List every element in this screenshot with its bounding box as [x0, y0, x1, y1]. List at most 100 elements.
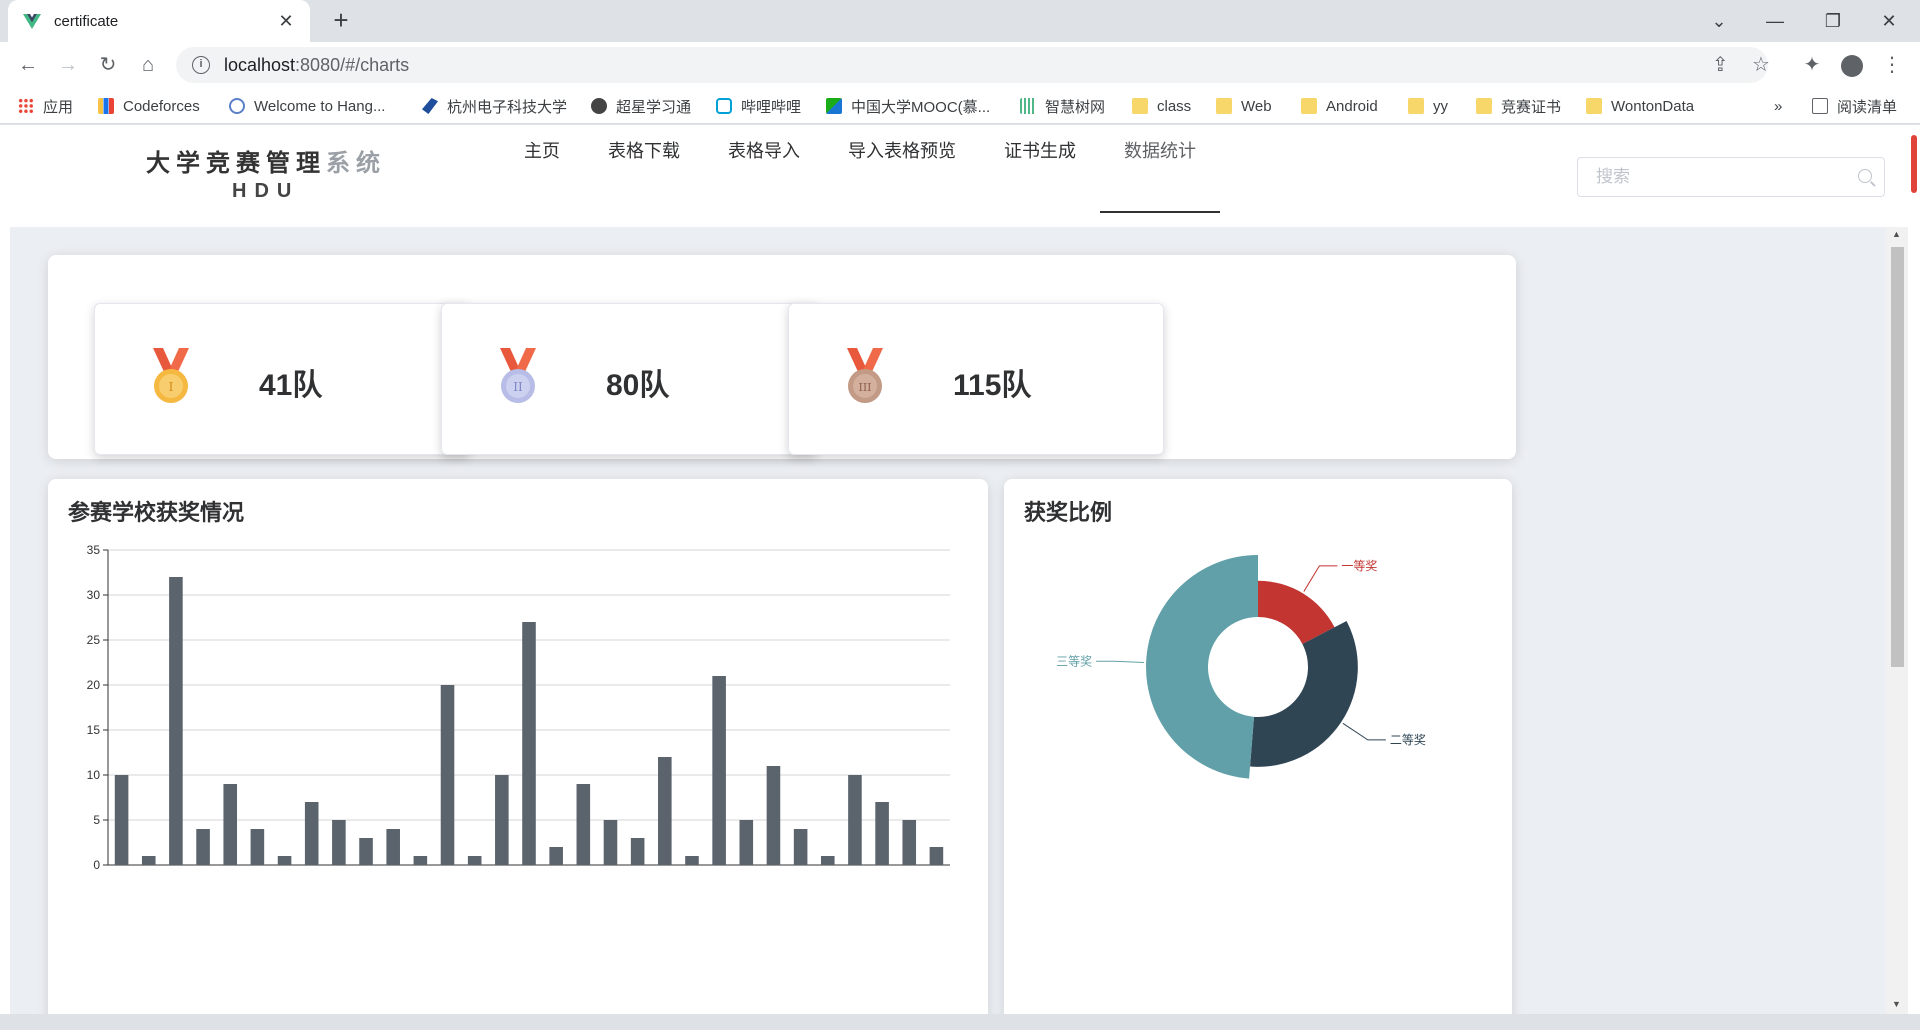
pie-label-line — [1096, 660, 1145, 663]
pie-label: 二等奖 — [1390, 733, 1426, 747]
bookmark-bilibili[interactable]: 哔哩哔哩 — [716, 95, 801, 117]
bar — [820, 856, 835, 865]
page-scrollbar[interactable]: ▲ ▼ — [1886, 227, 1908, 1014]
bookmark-folder-class[interactable]: class — [1132, 95, 1191, 117]
nav-table-import[interactable]: 表格导入 — [728, 125, 800, 213]
bronze-medal-card: III 115队 — [788, 303, 1164, 455]
nav-statistics[interactable]: 数据统计 — [1100, 125, 1220, 213]
more-bookmarks-button[interactable]: » — [1774, 95, 1782, 117]
window-bottom-edge — [0, 1014, 1920, 1030]
bar — [603, 820, 618, 865]
scroll-up-arrow-icon[interactable]: ▲ — [1892, 229, 1901, 239]
tab-title: certificate — [54, 12, 119, 30]
bookmark-welcome-hang[interactable]: Welcome to Hang... — [229, 95, 385, 117]
reading-list-button[interactable]: 阅读清单 — [1812, 95, 1897, 117]
pie-label: 一等奖 — [1341, 559, 1377, 573]
svg-text:II: II — [513, 380, 523, 394]
profile-avatar-icon[interactable] — [1836, 49, 1868, 81]
gold-medal-card: I 41队 — [94, 303, 470, 455]
bar — [169, 577, 183, 865]
extensions-icon[interactable]: ✦ — [1796, 49, 1828, 81]
bookmark-folder-android[interactable]: Android — [1301, 95, 1378, 117]
silver-count: 80队 — [606, 369, 670, 402]
folder-icon — [1586, 98, 1602, 114]
close-tab-icon[interactable]: ✕ — [276, 11, 296, 32]
folder-icon — [1476, 98, 1492, 114]
web-page: 大学竞赛管理系统 HDU 主页 表格下载 表格导入 导入表格预览 证书生成 数据… — [0, 125, 1920, 1014]
y-tick-label: 5 — [93, 813, 100, 827]
bar — [196, 829, 210, 865]
search-box — [1577, 157, 1885, 197]
bar — [359, 838, 373, 865]
tab-search-icon[interactable]: ⌄ — [1696, 2, 1742, 40]
pie-label-line — [1303, 565, 1338, 592]
reload-button[interactable]: ↻ — [92, 49, 124, 81]
bookmark-folder-yy[interactable]: yy — [1408, 95, 1448, 117]
minimize-button[interactable]: — — [1752, 2, 1798, 40]
url-text: localhost:8080/#/charts — [224, 54, 410, 75]
school-awards-card: 参赛学校获奖情况 0 5 10 15 20 25 30 35 — [48, 479, 988, 1014]
search-icon[interactable] — [1858, 169, 1872, 183]
nav-home[interactable]: 主页 — [524, 125, 560, 213]
bar — [848, 775, 862, 865]
y-tick-label: 30 — [87, 588, 101, 602]
bar — [277, 856, 292, 865]
nav-table-download[interactable]: 表格下载 — [608, 125, 680, 213]
bar — [250, 829, 265, 865]
bookmark-star-icon[interactable]: ☆ — [1752, 52, 1770, 77]
site-info-icon[interactable]: i — [192, 56, 210, 74]
back-button[interactable]: ← — [12, 49, 44, 81]
nav-certificate-generate[interactable]: 证书生成 — [1004, 125, 1076, 213]
share-icon[interactable]: ⇪ — [1712, 52, 1729, 77]
y-tick-label: 0 — [93, 858, 100, 872]
medal-summary-card: I 41队 II 80队 III 115队 — [48, 255, 1516, 459]
bar — [413, 856, 428, 865]
scrollbar-thumb[interactable] — [1891, 247, 1904, 667]
logo-title: 大学竞赛管理系统 — [146, 150, 386, 177]
bookmark-mooc[interactable]: 中国大学MOOC(慕... — [826, 95, 990, 117]
folder-icon — [1408, 98, 1424, 114]
bar — [467, 856, 482, 865]
gold-medal-icon: I — [153, 348, 189, 403]
folder-icon — [1132, 98, 1148, 114]
menu-kebab-icon[interactable]: ⋮ — [1876, 49, 1908, 81]
browser-tab[interactable]: certificate ✕ — [8, 0, 310, 42]
pie-chart: 一等奖二等奖 三等奖 — [1056, 555, 1426, 779]
bar — [576, 784, 591, 865]
svg-text:III: III — [858, 381, 871, 394]
bar — [658, 757, 672, 865]
bar — [141, 856, 156, 865]
bookmark-apps[interactable]: 应用 — [18, 95, 73, 117]
nav-import-preview[interactable]: 导入表格预览 — [848, 125, 956, 213]
search-input[interactable] — [1578, 158, 1838, 196]
bar — [793, 829, 808, 865]
bar — [766, 766, 781, 865]
bar — [549, 847, 563, 865]
restore-button[interactable]: ❐ — [1810, 2, 1856, 40]
bookmark-chaoxing[interactable]: 超星学习通 — [591, 95, 691, 117]
award-ratio-card: 获奖比例 一等奖 二等奖 三等奖 — [1004, 479, 1512, 1014]
apps-grid-icon — [18, 98, 34, 114]
browser-toolbar: ← → ↻ ⌂ i localhost:8080/#/charts ⇪ ☆ ✦ … — [0, 42, 1920, 88]
bronze-count: 115队 — [953, 369, 1032, 402]
address-bar[interactable]: i localhost:8080/#/charts ⇪ ☆ — [176, 47, 1770, 83]
bar — [332, 820, 346, 865]
bookmark-hdu[interactable]: 杭州电子科技大学 — [422, 95, 567, 117]
bookmark-zhihuishu[interactable]: 智慧树网 — [1020, 95, 1105, 117]
bookmark-codeforces[interactable]: Codeforces — [98, 95, 200, 117]
new-tab-button[interactable]: + — [326, 6, 356, 36]
scroll-down-arrow-icon[interactable]: ▼ — [1892, 999, 1901, 1009]
bookmark-folder-certificates[interactable]: 竞赛证书 — [1476, 95, 1561, 117]
bar — [304, 802, 319, 865]
home-button[interactable]: ⌂ — [132, 49, 164, 81]
zhihuishu-icon — [1020, 98, 1036, 114]
close-window-button[interactable]: ✕ — [1866, 2, 1912, 40]
forward-button[interactable]: → — [52, 49, 84, 81]
bookmark-folder-wontondata[interactable]: WontonData — [1586, 95, 1694, 117]
silver-medal-icon: II — [500, 348, 536, 403]
bookmark-folder-web[interactable]: Web — [1216, 95, 1272, 117]
bar — [712, 676, 726, 865]
bookmarks-bar: 应用 Codeforces Welcome to Hang... 杭州电子科技大… — [0, 88, 1920, 124]
pie-label: 三等奖 — [1056, 654, 1092, 668]
main-content: I 41队 II 80队 III 115队 参赛学校获奖情况 0 5 10 15… — [10, 227, 1886, 1014]
